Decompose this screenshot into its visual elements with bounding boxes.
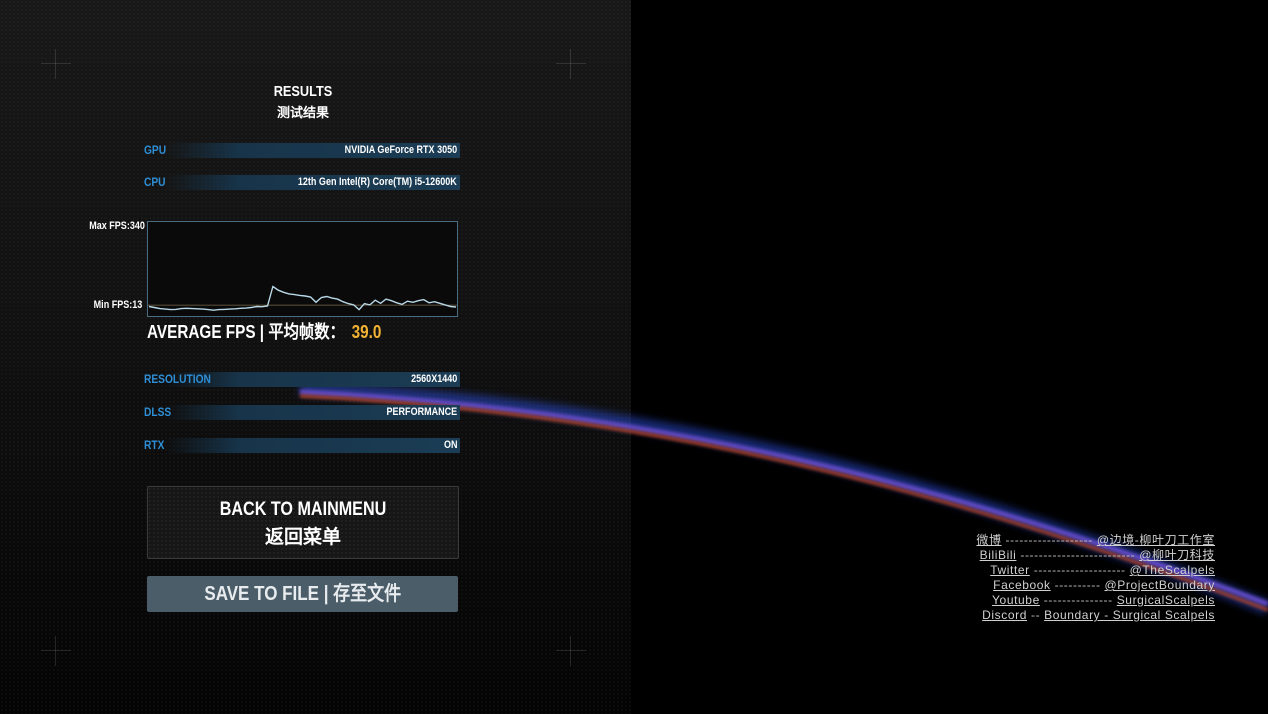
dash-separator: -------------------- — [1033, 563, 1126, 577]
min-fps-label: Min FPS:13 — [93, 299, 142, 311]
average-fps-label: AVERAGE FPS | 平均帧数： — [147, 322, 345, 342]
dash-separator: -- — [1030, 608, 1041, 622]
fps-graph — [147, 221, 458, 317]
cpu-value: 12th Gen Intel(R) Core(TM) i5-12600K — [298, 176, 457, 188]
corner-crosshair-icon — [41, 636, 71, 666]
page-subtitle: 测试结果 — [276, 106, 329, 121]
save-button-label: SAVE TO FILE | 存至文件 — [204, 583, 401, 605]
resolution-row: RESOLUTION 2560X1440 — [144, 371, 460, 388]
cpu-label: CPU — [144, 175, 166, 189]
dash-separator: ---------- — [1054, 578, 1101, 592]
social-row-twitter: Twitter -------------------- @TheScalpel… — [976, 563, 1215, 578]
social-row-weibo: 微博 ------------------- @边境-柳叶刀工作室 — [976, 533, 1215, 548]
dlss-label: DLSS — [144, 405, 172, 419]
gpu-row: GPU NVIDIA GeForce RTX 3050 — [144, 142, 460, 159]
rtx-label: RTX — [144, 438, 165, 452]
dash-separator: ------------------- — [1005, 533, 1093, 547]
social-platform-link[interactable]: BiliBili — [980, 548, 1017, 562]
back-button-label-zh: 返回菜单 — [264, 526, 341, 548]
dash-separator: ------------------------- — [1020, 548, 1136, 562]
rtx-value: ON — [443, 439, 457, 451]
corner-crosshair-icon — [41, 49, 71, 79]
social-handle-link[interactable]: @柳叶刀科技 — [1139, 548, 1215, 562]
social-handle-link[interactable]: @ProjectBoundary — [1105, 578, 1216, 592]
social-row-bilibili: BiliBili ------------------------- @柳叶刀科… — [976, 548, 1215, 563]
dlss-value: PERFORMANCE — [386, 406, 457, 418]
social-handle-link[interactable]: @TheScalpels — [1130, 563, 1215, 577]
gpu-label: GPU — [144, 143, 167, 157]
dlss-row: DLSS PERFORMANCE — [144, 404, 460, 421]
average-fps: AVERAGE FPS | 平均帧数： 39.0 — [147, 318, 381, 344]
max-fps-label: Max FPS:340 — [89, 220, 145, 232]
save-to-file-button[interactable]: SAVE TO FILE | 存至文件 — [147, 576, 458, 612]
page-title: RESULTS — [273, 83, 333, 100]
back-button-label-en: BACK TO MAINMENU — [219, 499, 387, 520]
fps-line — [148, 285, 457, 311]
gpu-value: NVIDIA GeForce RTX 3050 — [344, 144, 457, 156]
cpu-row: CPU 12th Gen Intel(R) Core(TM) i5-12600K — [144, 174, 460, 191]
back-to-mainmenu-button[interactable]: BACK TO MAINMENU 返回菜单 — [147, 486, 459, 559]
social-handle-link[interactable]: @边境-柳叶刀工作室 — [1097, 533, 1215, 547]
fps-graph-svg — [148, 285, 457, 311]
rtx-bar — [166, 438, 460, 453]
social-row-youtube: Youtube --------------- SurgicalScalpels — [976, 593, 1215, 608]
social-platform-link[interactable]: 微博 — [976, 533, 1001, 547]
resolution-value: 2560X1440 — [410, 373, 457, 385]
rtx-row: RTX ON — [144, 437, 460, 454]
social-row-discord: Discord -- Boundary - Surgical Scalpels — [976, 608, 1215, 623]
social-links: 微博 ------------------- @边境-柳叶刀工作室 BiliBi… — [976, 533, 1215, 623]
social-platform-link[interactable]: Facebook — [993, 578, 1051, 592]
dash-separator: --------------- — [1043, 593, 1113, 607]
resolution-label: RESOLUTION — [144, 372, 211, 386]
social-handle-link[interactable]: Boundary - Surgical Scalpels — [1044, 608, 1215, 622]
social-platform-link[interactable]: Youtube — [992, 593, 1040, 607]
social-platform-link[interactable]: Discord — [982, 608, 1027, 622]
social-handle-link[interactable]: SurgicalScalpels — [1117, 593, 1215, 607]
corner-crosshair-icon — [556, 636, 586, 666]
social-row-facebook: Facebook ---------- @ProjectBoundary — [976, 578, 1215, 593]
social-platform-link[interactable]: Twitter — [990, 563, 1030, 577]
corner-crosshair-icon — [556, 49, 586, 79]
average-fps-value: 39.0 — [351, 322, 382, 342]
